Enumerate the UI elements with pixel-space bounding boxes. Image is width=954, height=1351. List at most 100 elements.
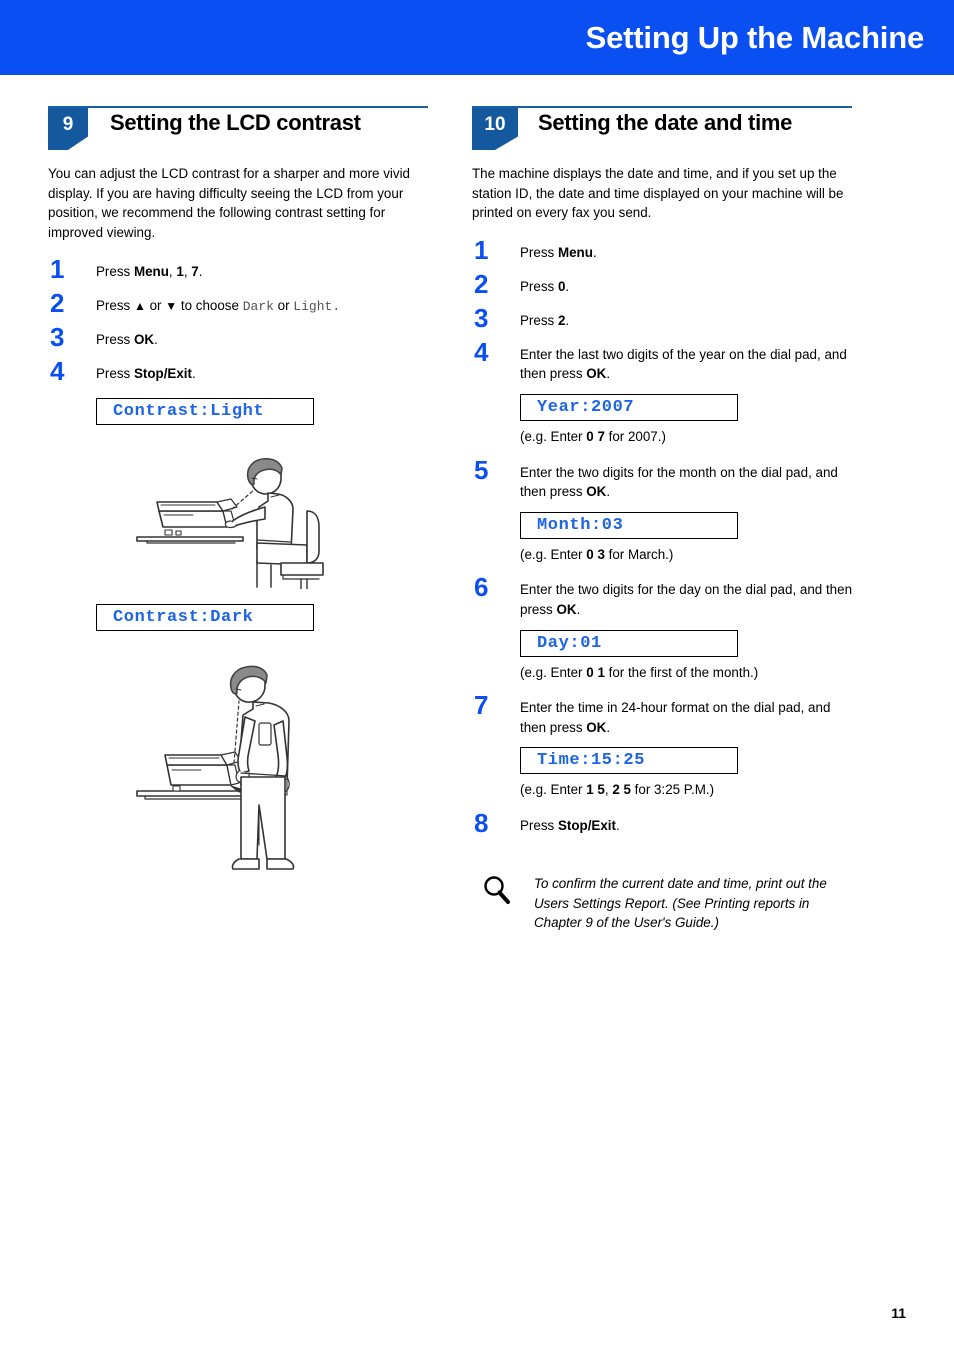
example-note-day: (e.g. Enter 0 1 for the first of the mon…: [520, 663, 852, 683]
lcd-option-light: Light: [293, 299, 333, 315]
section-date-and-time: 10 Setting the date and time The machine…: [472, 104, 852, 933]
example-keyword: 1: [597, 664, 605, 680]
example-keyword: 0: [586, 428, 594, 444]
section-title-10: Setting the date and time: [538, 110, 793, 135]
step-text-part: .: [615, 817, 620, 833]
lcd-display-text: Contrast:Dark: [113, 608, 254, 628]
step-item: 3 Press 2.: [472, 305, 852, 335]
step-text: Press Stop/Exit.: [520, 814, 852, 836]
step-text-part: Press: [520, 278, 558, 294]
step-item: 6 Enter the two digits for the day on th…: [472, 574, 852, 619]
step-number: 2: [474, 268, 489, 299]
step-text-part: Press: [520, 817, 558, 833]
step-text-part: .: [576, 601, 581, 617]
note-text: To confirm the current date and time, pr…: [534, 875, 827, 931]
step-item: 1 Press Menu, 1, 7.: [48, 256, 428, 286]
step-text-part: .: [565, 278, 570, 294]
illustration-seated-person: [48, 439, 428, 594]
step-item: 1 Press Menu.: [472, 237, 852, 267]
step-text: Enter the time in 24-hour format on the …: [520, 696, 852, 737]
lcd-display-month: Month:03: [520, 511, 738, 539]
step-item: 4 Press Stop/Exit.: [48, 358, 428, 388]
step-text-part: Press: [96, 298, 131, 314]
section-number-badge-9: 9: [48, 108, 88, 150]
step-number: 3: [474, 302, 489, 333]
section-header-9: 9 Setting the LCD contrast: [48, 104, 428, 150]
example-text-part: for 2007.): [604, 428, 666, 444]
example-text-part: for March.): [604, 546, 674, 562]
lcd-option-dark: Dark: [242, 299, 274, 315]
step-text-part: Press: [96, 264, 134, 280]
page-number: 11: [891, 1305, 906, 1321]
step-keyword: Menu: [133, 264, 169, 280]
step-keyword: Stop/Exit: [133, 366, 192, 382]
example-keyword: 2 5: [612, 782, 631, 798]
step-item: 8 Press Stop/Exit.: [472, 810, 852, 840]
example-keyword: 1 5: [586, 782, 605, 798]
step-number: 6: [474, 572, 489, 603]
step-text-part: Press: [96, 366, 134, 382]
step-text-part: .: [191, 366, 196, 382]
step-item: 2 Press ▲ or ▼ to choose Dark or Light.: [48, 290, 428, 320]
step-text: Enter the two digits for the day on the …: [520, 578, 852, 619]
step-text-part: .: [606, 484, 611, 500]
step-item: 7 Enter the time in 24-hour format on th…: [472, 692, 852, 737]
step-text-part: Enter the last two digits of the year on…: [520, 346, 847, 382]
step-number: 5: [474, 454, 489, 485]
step-text: Enter the two digits for the month on th…: [520, 461, 852, 502]
step-text-part: Enter the two digits for the month on th…: [520, 464, 838, 500]
lcd-display-text: Time:15:25: [537, 751, 646, 771]
example-text-part: for 3:25 P.M.): [630, 782, 715, 798]
step-text-part: to choose: [180, 298, 239, 314]
example-text-part: for the first of the month.): [604, 664, 759, 680]
step-text: Enter the last two digits of the year on…: [520, 343, 852, 384]
step-text-part: Press: [520, 312, 558, 328]
step-keyword: OK: [556, 601, 577, 617]
step-text-part: .: [565, 312, 570, 328]
step-number: 4: [50, 356, 65, 387]
lcd-display-year: Year:2007: [520, 393, 738, 421]
page-title: Setting Up the Machine: [585, 19, 925, 55]
step-text-part: Press: [96, 332, 134, 348]
lcd-display-text: Month:03: [537, 515, 624, 535]
step-keyword: 1: [176, 264, 184, 280]
section-title-9: Setting the LCD contrast: [110, 110, 361, 135]
example-text-part: (e.g. Enter: [520, 546, 587, 562]
step-text-part: Press: [520, 244, 558, 260]
step-text-part: or: [277, 298, 290, 314]
step-number: 3: [50, 322, 65, 353]
section-rule: [48, 106, 428, 108]
step-keyword: OK: [586, 366, 607, 382]
up-arrow-icon: ▲: [133, 299, 146, 314]
step-number: 8: [474, 807, 489, 838]
step-number: 4: [474, 336, 489, 367]
example-text-part: (e.g. Enter: [520, 782, 587, 798]
step-item: 5 Enter the two digits for the month on …: [472, 457, 852, 502]
example-text-part: (e.g. Enter: [520, 428, 587, 444]
page-header-banner: Setting Up the Machine: [0, 0, 954, 75]
step-item: 3 Press OK.: [48, 324, 428, 354]
step-text: Press 0.: [520, 275, 852, 297]
lcd-display-text: Day:01: [537, 633, 602, 653]
step-number: 7: [474, 690, 489, 721]
down-arrow-icon: ▼: [165, 299, 178, 314]
lcd-display-time: Time:15:25: [520, 747, 738, 775]
step-text: Press Stop/Exit.: [96, 362, 428, 384]
step-number: 1: [474, 234, 489, 265]
step-text-part: Enter the time in 24-hour format on the …: [520, 700, 831, 735]
step-text-part: .: [606, 719, 611, 735]
section-number-badge-10: 10: [472, 108, 518, 150]
step-keyword: OK: [586, 719, 607, 735]
section-lcd-contrast: 9 Setting the LCD contrast You can adjus…: [48, 104, 428, 900]
step-item: 4 Enter the last two digits of the year …: [472, 339, 852, 384]
step-text: Press Menu.: [520, 241, 852, 263]
example-keyword: 0: [586, 546, 594, 562]
magnifying-glass-icon: [480, 874, 514, 908]
lcd-display-text: Year:2007: [537, 397, 635, 417]
section-rule: [472, 106, 852, 108]
step-text-part: .: [592, 244, 597, 260]
step-item: 2 Press 0.: [472, 271, 852, 301]
step-text-part: .: [606, 366, 611, 382]
example-keyword: 0: [586, 664, 594, 680]
step-text-part: .: [154, 332, 158, 348]
